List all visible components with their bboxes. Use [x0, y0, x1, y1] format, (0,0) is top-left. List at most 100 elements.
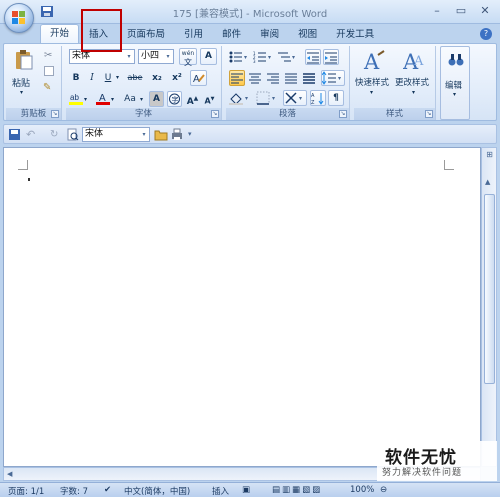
spelling-check-icon[interactable]: ✔ — [104, 485, 111, 495]
quick-styles-icon[interactable]: A — [362, 49, 386, 74]
grow-font-icon[interactable]: A▲ — [185, 91, 200, 107]
tab-mailings[interactable]: 邮件 — [213, 26, 250, 44]
maximize-button[interactable]: ▭ — [450, 2, 472, 19]
change-case-dropdown-icon[interactable]: ▾ — [140, 96, 143, 103]
cut-icon[interactable]: ✂ — [44, 50, 52, 61]
status-insert-mode[interactable]: 插入 — [212, 485, 229, 497]
increase-indent-icon[interactable] — [323, 49, 339, 65]
view-buttons[interactable]: ▤▥▦▧▨ — [272, 485, 322, 495]
subscript-button[interactable]: x₂ — [148, 70, 166, 86]
justify-icon[interactable] — [283, 70, 299, 86]
show-marks-icon[interactable]: ¶ — [328, 90, 344, 106]
help-icon[interactable]: ? — [480, 28, 492, 40]
font-group: 宋体 ▾ 小四 ▾ wén 文 A B I U ▾ abe x₂ x² A ab … — [66, 46, 222, 120]
enclose-characters-icon[interactable]: 字 — [167, 91, 182, 107]
close-button[interactable]: ✕ — [474, 2, 496, 19]
minimize-button[interactable]: – — [426, 2, 448, 19]
character-border-button[interactable]: A — [200, 48, 217, 65]
font-size-value: 小四 — [141, 51, 160, 61]
zoom-out-icon[interactable]: ⊖ — [380, 485, 387, 495]
quick-print-icon[interactable] — [170, 128, 184, 141]
format-painter-icon[interactable]: ✎ — [43, 82, 51, 93]
font-dialog-launcher[interactable]: ↘ — [211, 110, 219, 118]
status-word-count[interactable]: 字数: 7 — [60, 485, 88, 497]
shrink-font-icon[interactable]: A▼ — [202, 91, 217, 107]
redo-icon[interactable]: ↻ — [50, 128, 64, 141]
find-binoculars-icon[interactable] — [448, 52, 464, 68]
paste-dropdown-icon[interactable]: ▾ — [20, 89, 23, 96]
sort-icon[interactable]: AZ — [310, 90, 326, 106]
highlight-annotation-box — [81, 9, 122, 52]
chinese-layout-icon[interactable]: ▾ — [283, 90, 307, 106]
svg-text:▾: ▾ — [245, 95, 248, 102]
strikethrough-button[interactable]: abe — [124, 70, 146, 86]
scroll-up-icon[interactable]: ▲ — [485, 178, 490, 186]
text-highlight-icon[interactable]: ab — [69, 91, 83, 105]
ruler-toggle-icon[interactable]: ⊞ — [484, 150, 495, 160]
print-preview-icon[interactable] — [66, 128, 80, 141]
change-case-button[interactable]: Aa — [120, 91, 140, 107]
copy-icon[interactable] — [44, 66, 54, 76]
tab-references[interactable]: 引用 — [175, 26, 212, 44]
font-name-dropdown-icon[interactable]: ▾ — [124, 50, 134, 63]
borders-icon[interactable]: ▾ — [256, 91, 280, 105]
align-left-icon[interactable] — [229, 70, 245, 86]
status-language[interactable]: 中文(简体，中国) — [124, 485, 190, 497]
tab-page-layout[interactable]: 页面布局 — [118, 26, 174, 44]
open-folder-icon[interactable] — [154, 128, 168, 141]
shading-icon[interactable]: ▾ — [229, 91, 253, 105]
distributed-align-icon[interactable] — [301, 70, 317, 86]
numbering-icon[interactable]: 1 2 3 ▾ — [253, 50, 275, 64]
save-icon[interactable] — [8, 128, 22, 141]
change-styles-label[interactable]: 更改样式 — [395, 76, 429, 88]
font-color-dropdown-icon[interactable]: ▾ — [111, 96, 114, 103]
clear-formatting-icon[interactable]: A — [190, 70, 207, 86]
phonetic-guide-button[interactable]: wén 文 — [179, 48, 197, 67]
tab-review[interactable]: 审阅 — [251, 26, 288, 44]
decrease-indent-icon[interactable] — [305, 49, 321, 65]
document-page[interactable] — [3, 147, 481, 467]
scroll-left-icon[interactable]: ◀ — [7, 470, 12, 478]
underline-dropdown-icon[interactable]: ▾ — [116, 74, 119, 81]
italic-button[interactable]: I — [85, 70, 99, 86]
paragraph-dialog-launcher[interactable]: ↘ — [339, 110, 347, 118]
quick-styles-dropdown-icon[interactable]: ▾ — [370, 89, 373, 96]
toolbar-font-dropdown-icon[interactable]: ▾ — [139, 128, 149, 141]
vertical-scroll-thumb[interactable] — [484, 194, 495, 384]
line-spacing-icon[interactable]: ▾ — [321, 70, 345, 86]
paste-button-label[interactable]: 粘贴 — [12, 76, 30, 89]
customize-toolbar-icon[interactable]: ▾ — [188, 128, 202, 141]
toolbar-font-combo[interactable]: 宋体 ▾ — [82, 127, 150, 142]
character-shading-button[interactable]: A — [149, 91, 164, 107]
tab-developer[interactable]: 开发工具 — [327, 26, 383, 44]
tab-home[interactable]: 开始 — [40, 24, 80, 44]
multilevel-list-icon[interactable]: ▾ — [277, 50, 299, 64]
office-button[interactable] — [4, 3, 34, 33]
bold-button[interactable]: B — [69, 70, 83, 86]
editing-dropdown-icon[interactable]: ▾ — [453, 91, 456, 98]
quick-styles-label[interactable]: 快速样式 — [355, 76, 389, 88]
font-size-combo[interactable]: 小四 ▾ — [138, 49, 174, 64]
text-cursor — [28, 178, 30, 181]
change-styles-dropdown-icon[interactable]: ▾ — [412, 89, 415, 96]
macro-record-icon[interactable]: ▣ — [242, 485, 250, 495]
align-center-icon[interactable] — [247, 70, 263, 86]
status-page[interactable]: 页面: 1/1 — [8, 485, 44, 497]
undo-icon[interactable]: ↶ — [26, 128, 40, 141]
clipboard-dialog-launcher[interactable]: ↘ — [51, 110, 59, 118]
editing-button-label[interactable]: 编辑 — [445, 79, 462, 91]
tab-view[interactable]: 视图 — [289, 26, 326, 44]
underline-button[interactable]: U — [101, 70, 115, 86]
highlight-dropdown-icon[interactable]: ▾ — [84, 96, 87, 103]
align-right-icon[interactable] — [265, 70, 281, 86]
font-size-dropdown-icon[interactable]: ▾ — [163, 50, 173, 63]
bullets-icon[interactable]: ▾ — [229, 50, 251, 64]
status-zoom[interactable]: 100% — [350, 485, 374, 495]
font-color-icon[interactable]: A — [96, 91, 110, 105]
paste-icon[interactable] — [14, 49, 34, 71]
styles-dialog-launcher[interactable]: ↘ — [425, 110, 433, 118]
vertical-scrollbar[interactable]: ⊞ ▲ — [481, 147, 497, 467]
superscript-button[interactable]: x² — [168, 70, 186, 86]
clipboard-group: 粘贴 ▾ ✂ ✎ 剪贴板 ↘ — [6, 46, 62, 120]
change-styles-icon[interactable]: AA — [402, 49, 427, 74]
